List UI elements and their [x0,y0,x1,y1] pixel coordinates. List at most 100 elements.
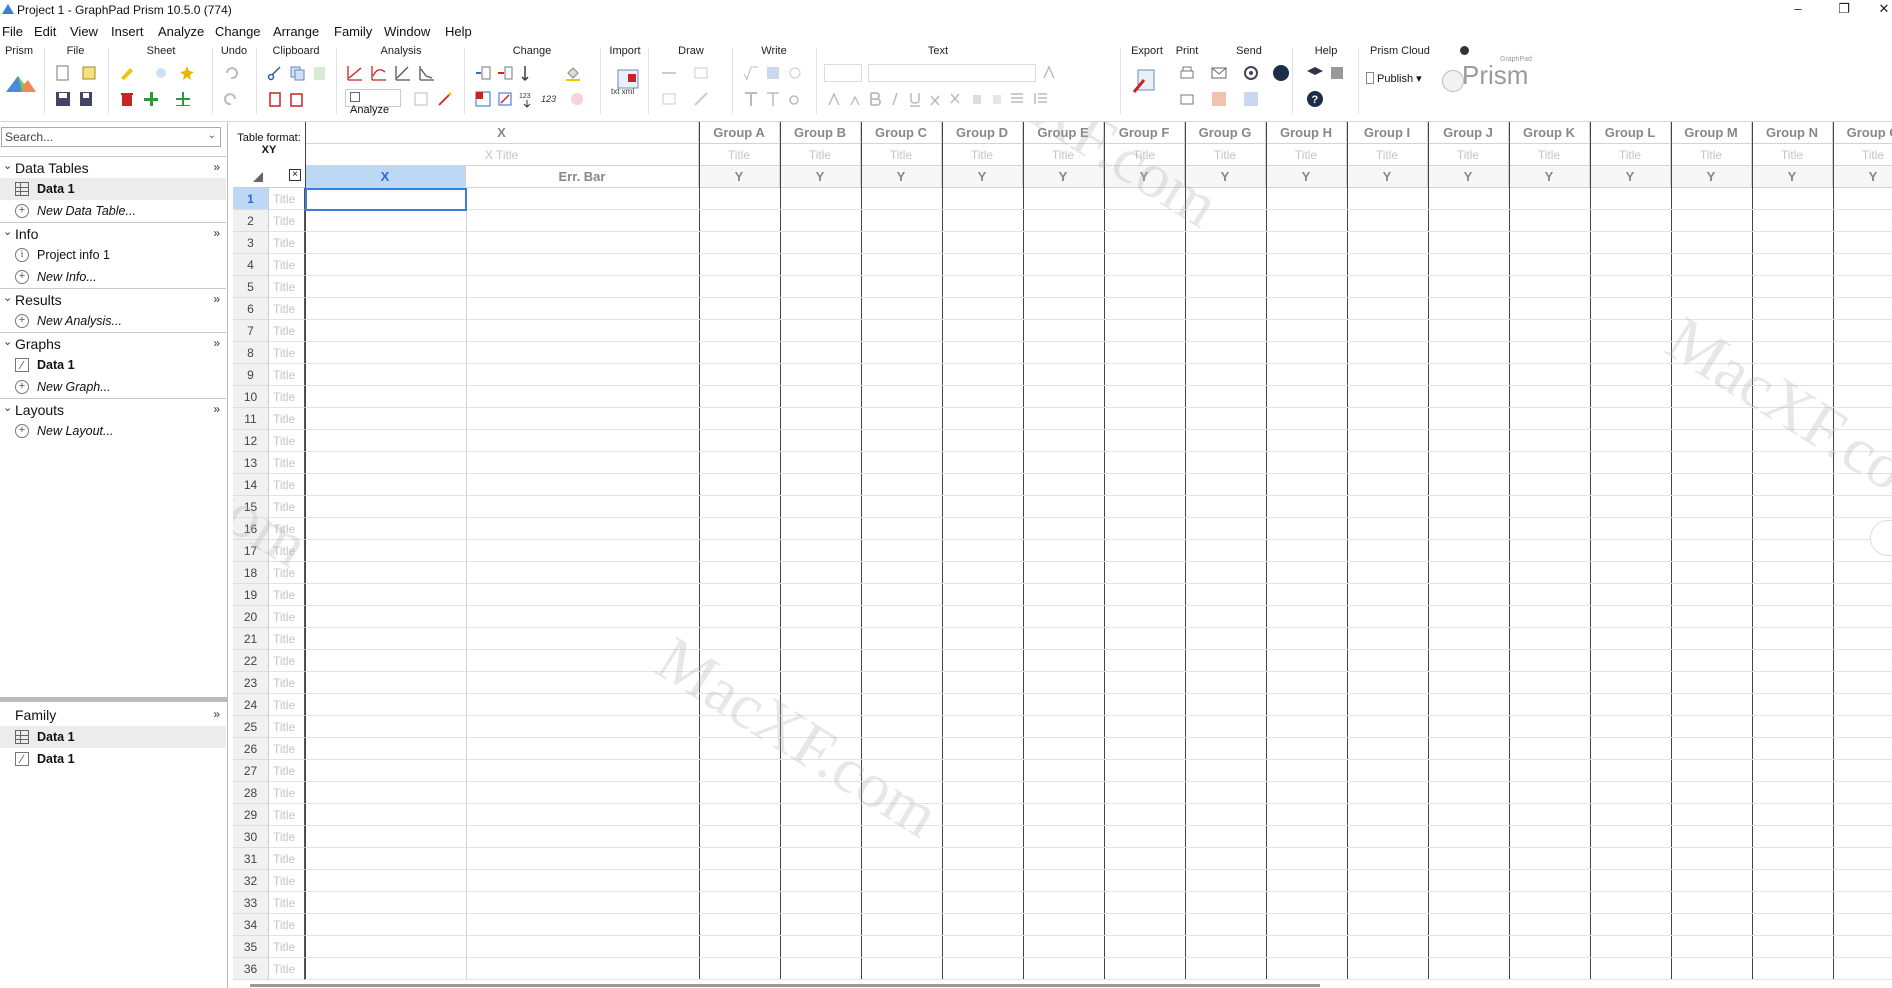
row-title-input[interactable]: Title [269,650,305,672]
row-title-input[interactable]: Title [269,716,305,738]
row-number[interactable]: 17 [233,540,269,562]
row-number[interactable]: 13 [233,452,269,474]
row-number[interactable]: 14 [233,474,269,496]
menu-help[interactable]: Help [445,24,472,39]
err-bar-value-cell[interactable] [466,540,699,562]
row-title-input[interactable]: Title [269,298,305,320]
section-layouts[interactable]: ⌄ Layouts » [0,398,226,420]
x-value-cell[interactable] [305,650,466,672]
group-title-input[interactable]: Title [1023,144,1104,166]
x-value-cell[interactable] [305,364,466,386]
section-family[interactable]: Family » [0,704,226,726]
group-title-input[interactable]: Title [1833,144,1892,166]
select-all-icon[interactable] [253,172,263,182]
err-bar-subcolumn-header[interactable]: Err. Bar [466,166,699,188]
group-column-header[interactable]: Group H [1266,122,1347,144]
expand-icon[interactable]: » [213,160,220,174]
row-number[interactable]: 6 [233,298,269,320]
group-column-header[interactable]: Group I [1347,122,1428,144]
y-subcolumn-header[interactable]: Y [1833,166,1892,188]
row-title-input[interactable]: Title [269,254,305,276]
x-value-cell[interactable] [305,474,466,496]
x-value-cell[interactable] [305,386,466,408]
analysis-xy-icon[interactable] [346,64,364,82]
row-number[interactable]: 27 [233,760,269,782]
err-bar-value-cell[interactable] [466,518,699,540]
row-number[interactable]: 11 [233,408,269,430]
nav-item-graph[interactable]: ∕ Data 1 [0,354,226,376]
y-subcolumn-header[interactable]: Y [1104,166,1185,188]
err-bar-value-cell[interactable] [466,782,699,804]
color-scheme-icon[interactable] [568,90,586,108]
redo-icon[interactable] [222,90,240,108]
group-title-input[interactable]: Title [699,144,780,166]
x-value-cell[interactable] [305,518,466,540]
err-bar-value-cell[interactable] [466,848,699,870]
row-title-input[interactable]: Title [269,386,305,408]
x-value-cell[interactable] [305,914,466,936]
err-bar-value-cell[interactable] [466,210,699,232]
x-value-cell[interactable] [305,936,466,958]
horizontal-scrollbar[interactable] [250,984,1320,987]
x-value-cell[interactable] [305,452,466,474]
magic-wand-icon[interactable] [436,90,454,108]
group-title-input[interactable]: Title [1347,144,1428,166]
row-title-input[interactable]: Title [269,892,305,914]
nav-item-project-info[interactable]: i Project info 1 [0,244,226,266]
family-item-graph[interactable]: ∕ Data 1 [0,748,226,770]
word-export-icon[interactable] [1242,90,1260,108]
close-button[interactable]: ✕ [1864,0,1892,20]
menu-insert[interactable]: Insert [111,24,144,39]
insert-column-icon[interactable] [474,64,492,82]
clear-icon[interactable] [266,90,284,108]
group-column-header[interactable]: Group A [699,122,780,144]
group-title-input[interactable]: Title [1671,144,1752,166]
font-name-select[interactable] [868,64,1036,82]
draw-text-icon[interactable] [692,64,710,82]
x-value-cell[interactable] [305,540,466,562]
group-title-input[interactable]: Title [1185,144,1266,166]
row-title-input[interactable]: Title [269,870,305,892]
group-column-header[interactable]: Group D [942,122,1023,144]
x-value-cell[interactable] [305,430,466,452]
row-title-input[interactable]: Title [269,848,305,870]
err-bar-value-cell[interactable] [466,320,699,342]
x-value-cell[interactable] [305,782,466,804]
err-bar-value-cell[interactable] [466,452,699,474]
row-number[interactable]: 36 [233,958,269,980]
highlight-icon[interactable] [118,64,136,82]
row-title-input[interactable]: Title [269,804,305,826]
draw-arrow-icon[interactable] [692,90,710,108]
delete-sheet-icon[interactable] [118,90,136,108]
y-subcolumn-header[interactable]: Y [1266,166,1347,188]
selected-cell[interactable] [305,188,467,211]
x-value-cell[interactable] [305,562,466,584]
row-title-input[interactable]: Title [269,782,305,804]
section-info[interactable]: ⌄ Info » [0,222,226,244]
nav-item-new-graph[interactable]: + New Graph... [0,376,226,398]
greek-alpha-icon[interactable] [786,90,804,108]
row-title-input[interactable]: Title [269,958,305,980]
group-column-header[interactable]: Group B [780,122,861,144]
row-number[interactable]: 30 [233,826,269,848]
x-value-cell[interactable] [305,870,466,892]
sort-icon[interactable] [520,64,538,82]
x-value-cell[interactable] [305,584,466,606]
row-title-input[interactable]: Title [269,562,305,584]
row-number[interactable]: 9 [233,364,269,386]
x-value-cell[interactable] [305,694,466,716]
x-value-cell[interactable] [305,254,466,276]
group-title-input[interactable]: Title [1752,144,1833,166]
send-gear-icon[interactable] [1242,64,1260,82]
err-bar-value-cell[interactable] [466,738,699,760]
err-bar-value-cell[interactable] [466,254,699,276]
lab-archives-icon[interactable] [1272,64,1290,82]
x-value-cell[interactable] [305,804,466,826]
row-number[interactable]: 5 [233,276,269,298]
x-subcolumn-header[interactable]: X [305,166,466,188]
transpose-icon[interactable] [474,90,492,108]
group-column-header[interactable]: Group G [1185,122,1266,144]
x-value-cell[interactable] [305,672,466,694]
x-value-cell[interactable] [305,848,466,870]
menu-change[interactable]: Change [215,24,261,39]
